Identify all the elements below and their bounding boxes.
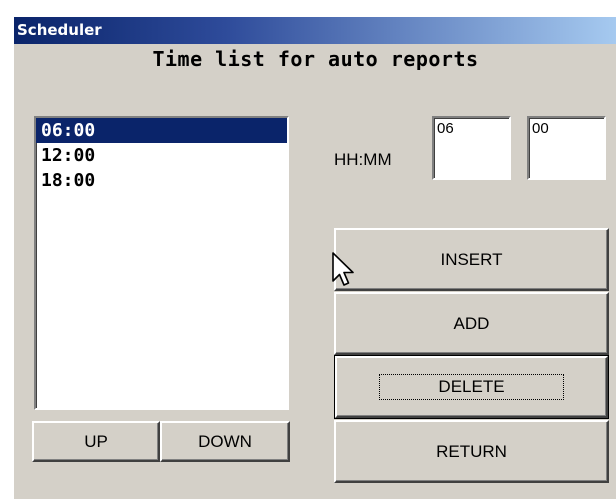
return-button[interactable]: RETURN <box>334 420 609 483</box>
hours-field[interactable]: 06 <box>432 116 511 180</box>
up-button[interactable]: UP <box>32 421 160 462</box>
minutes-field[interactable]: 00 <box>527 116 606 180</box>
mouse-pointer-icon <box>332 252 354 286</box>
list-item[interactable]: 06:00 <box>36 118 287 143</box>
insert-button-label: INSERT <box>440 249 503 269</box>
return-button-label: RETURN <box>436 441 507 461</box>
scheduler-window: Scheduler Time list for auto reports 06:… <box>13 16 616 499</box>
delete-button-label: DELETE <box>379 374 564 400</box>
add-button[interactable]: ADD <box>334 292 609 355</box>
down-button-label: DOWN <box>198 431 252 451</box>
add-button-label: ADD <box>453 313 490 333</box>
list-item[interactable]: 12:00 <box>36 143 287 168</box>
page-title: Time list for auto reports <box>152 47 479 71</box>
down-button[interactable]: DOWN <box>160 421 290 462</box>
delete-button[interactable]: DELETE <box>334 355 609 419</box>
insert-button[interactable]: INSERT <box>334 228 609 291</box>
up-button-label: UP <box>84 431 108 451</box>
list-item[interactable]: 18:00 <box>36 168 287 193</box>
title-bar[interactable]: Scheduler <box>14 17 616 44</box>
time-list[interactable]: 06:00 12:00 18:00 <box>34 116 289 410</box>
hhmm-label: HH:MM <box>334 150 392 169</box>
